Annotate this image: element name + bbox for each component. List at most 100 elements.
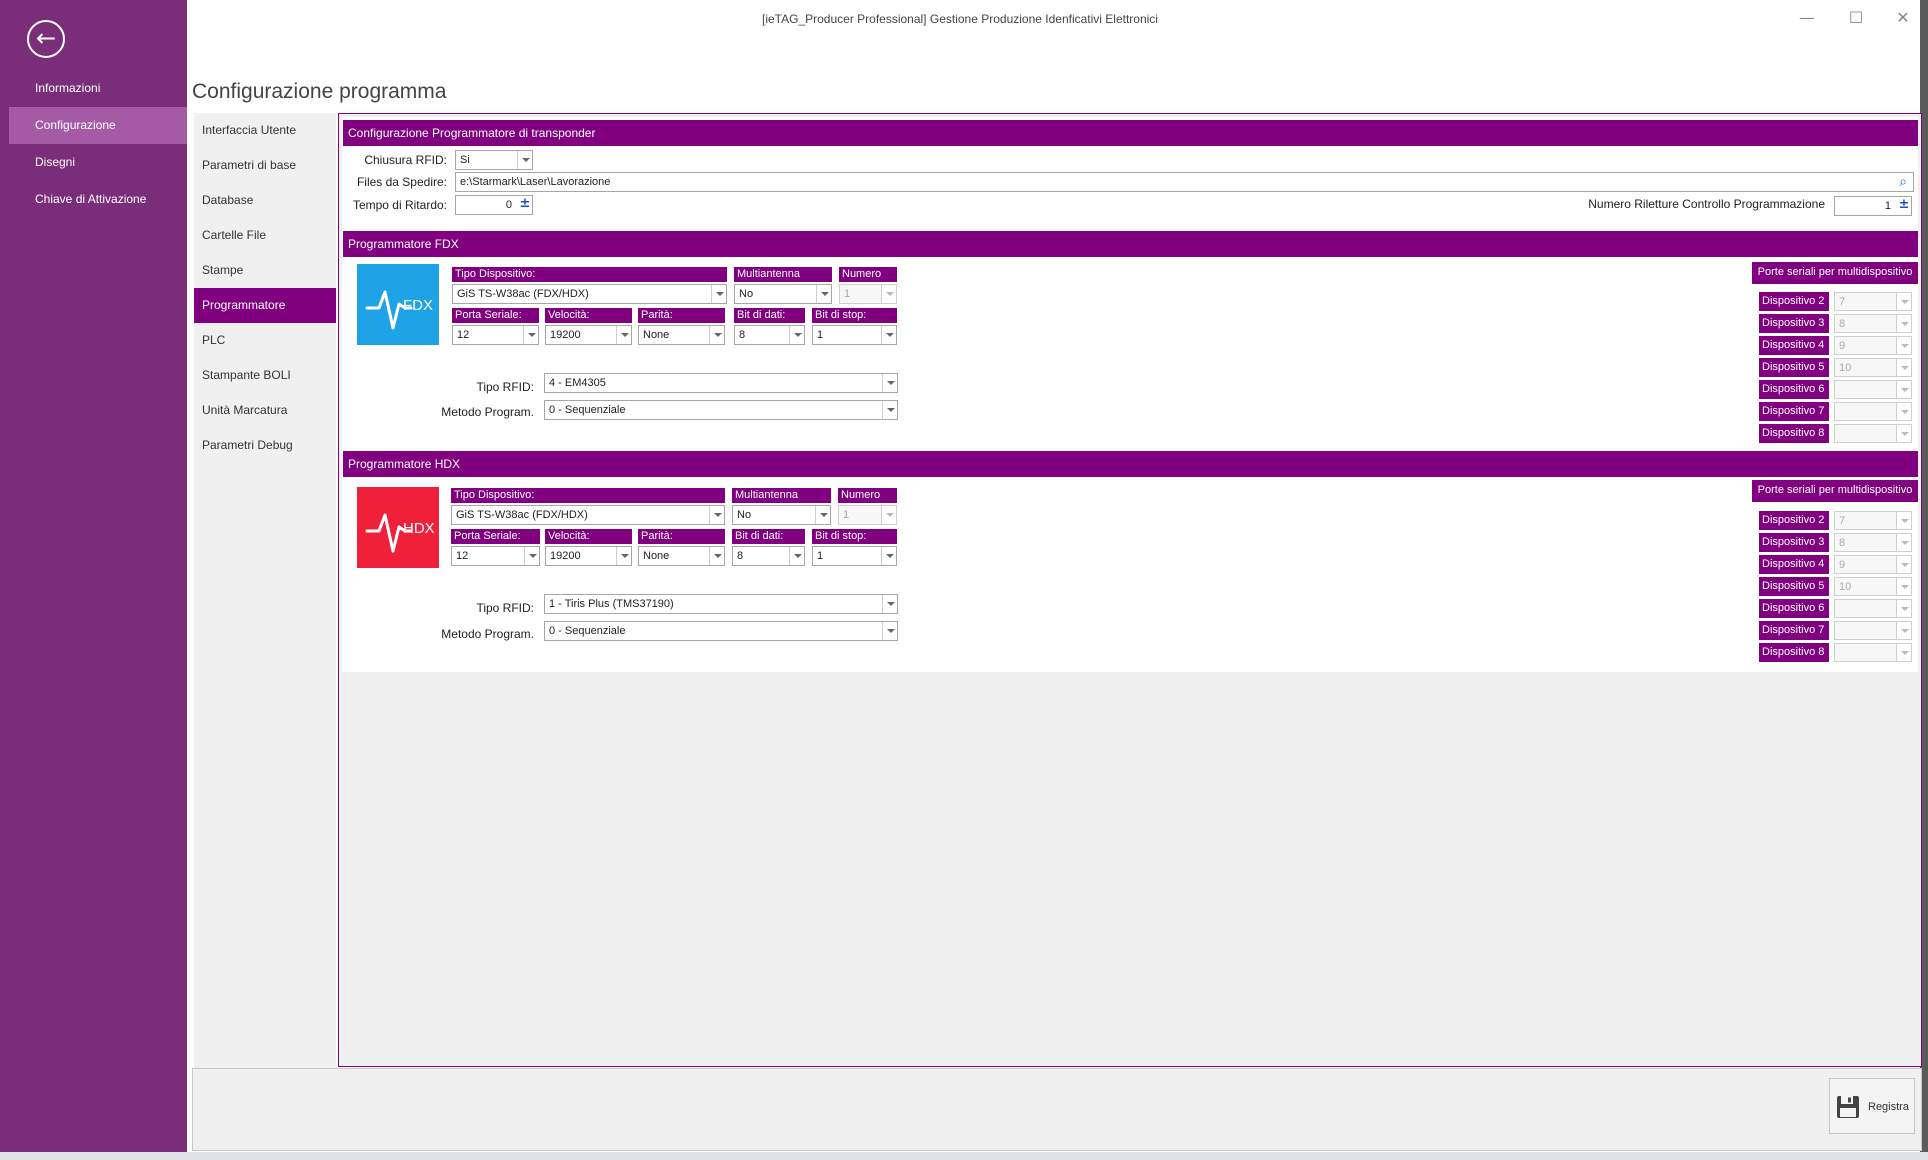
chevron-down-icon [524,547,539,565]
ritardo-spin[interactable]: 0 ± [455,195,533,215]
hdx-bit-stop-select[interactable]: 1 [812,546,897,566]
fdx-tipo-dispositivo-header: Tipo Dispositivo: [452,267,727,282]
fdx-bit-dati-select[interactable]: 8 [734,325,805,345]
hdx-device-select [1834,599,1912,618]
backstage-item-informazioni[interactable]: Informazioni [9,70,187,107]
chevron-down-icon [1896,534,1911,551]
fdx-device-value: 7 [1839,296,1846,308]
files-input[interactable]: e:\Starmark\Laser\Lavorazione ⌕ [455,172,1914,192]
fdx-multiantenna-value: No [739,288,754,300]
fdx-porta-seriale-value: 12 [457,329,470,341]
fdx-parita-header: Parità: [638,308,725,323]
chevron-down-icon [1896,578,1911,595]
chevron-down-icon [1896,644,1911,661]
save-button[interactable]: Registra [1829,1078,1915,1134]
chevron-down-icon [709,326,724,344]
chiusura-value: Si [460,154,470,166]
hdx-porta-seriale-select[interactable]: 12 [451,546,540,566]
maximize-icon[interactable]: ☐ [1841,6,1871,30]
tab-parametri-debug[interactable]: Parametri Debug [194,428,336,463]
fdx-velocita-select[interactable]: 19200 [545,325,632,345]
chevron-down-icon [1896,359,1911,376]
chevron-down-icon [517,151,532,169]
hdx-device-value: 8 [1839,537,1846,549]
tab-unita-marcatura[interactable]: Unità Marcatura [194,393,336,428]
fdx-device-select [1834,424,1912,443]
chiusura-select[interactable]: Si [455,150,533,170]
hdx-velocita-select[interactable]: 19200 [545,546,632,566]
ritardo-label: Tempo di Ritardo: [352,198,447,212]
hdx-device-label: Dispositivo 6 [1759,599,1829,618]
ritardo-value: 0 [505,199,512,211]
fdx-logo: FDX [357,264,439,345]
window-title: [ieTAG_Producer Professional] Gestione P… [762,12,1158,26]
tab-interfaccia-utente[interactable]: Interfaccia Utente [194,113,336,148]
backstage-item-disegni[interactable]: Disegni [9,144,187,181]
spin-icon[interactable]: ± [1897,197,1911,215]
fdx-device-select: 8 [1834,314,1912,333]
fdx-bit-stop-select[interactable]: 1 [812,325,897,345]
riletture-spin[interactable]: 1 ± [1834,196,1912,216]
chevron-down-icon [1896,337,1911,354]
hdx-tipo-dispositivo-select[interactable]: GiS TS-W38ac (FDX/HDX) [451,505,725,525]
hdx-device-select: 7 [1834,511,1912,530]
fdx-metodo-select[interactable]: 0 - Sequenziale [544,400,898,420]
chevron-down-icon [1896,403,1911,420]
hdx-porta-seriale-header: Porta Seriale: [451,529,540,544]
fdx-device-value: 8 [1839,318,1846,330]
hdx-metodo-value: 0 - Sequenziale [549,625,626,637]
tab-parametri-base[interactable]: Parametri di base [194,148,336,183]
hdx-device-select: 9 [1834,555,1912,574]
fdx-device-select: 7 [1834,292,1912,311]
search-icon[interactable]: ⌕ [1895,174,1911,190]
chevron-down-icon [711,285,726,303]
hdx-numero-value: 1 [843,509,850,521]
fdx-tipo-rfid-value: 4 - EM4305 [549,377,606,389]
fdx-bit-stop-value: 1 [817,329,824,341]
chevron-down-icon [815,506,830,524]
fdx-bit-dati-value: 8 [739,329,746,341]
hdx-device-label: Dispositivo 7 [1759,621,1829,640]
hdx-velocita-value: 19200 [550,550,581,562]
hdx-parita-select[interactable]: None [638,546,725,566]
hdx-porta-seriale-value: 12 [456,550,469,562]
tab-database[interactable]: Database [194,183,336,218]
tab-plc[interactable]: PLC [194,323,336,358]
fdx-tipo-rfid-select[interactable]: 4 - EM4305 [544,373,898,393]
hdx-bit-dati-header: Bit di dati: [732,529,805,544]
chevron-down-icon [1896,293,1911,310]
backstage-item-label: Chiave di Attivazione [35,192,147,206]
files-value: e:\Starmark\Laser\Lavorazione [460,176,611,188]
hdx-multiantenna-select[interactable]: No [732,505,831,525]
backstage-item-configurazione[interactable]: Configurazione [9,107,187,144]
tab-cartelle-file[interactable]: Cartelle File [194,218,336,253]
tab-stampe[interactable]: Stampe [194,253,336,288]
hdx-metodo-label: Metodo Program. [441,627,534,641]
fdx-parita-select[interactable]: None [638,325,725,345]
fdx-metodo-value: 0 - Sequenziale [549,404,626,416]
fdx-device-select [1834,380,1912,399]
hdx-velocita-header: Velocità: [545,529,632,544]
section-fdx-header: Programmatore FDX [343,231,1918,257]
fdx-tipo-dispositivo-select[interactable]: GiS TS-W38ac (FDX/HDX) [452,284,727,304]
hdx-metodo-select[interactable]: 0 - Sequenziale [544,621,898,641]
hdx-device-value: 7 [1839,515,1846,527]
spin-icon[interactable]: ± [518,196,532,214]
arrow-left-icon[interactable]: ← [27,20,65,58]
hdx-bit-dati-value: 8 [737,550,744,562]
page-title: Configurazione programma [192,80,447,103]
fdx-device-value: 9 [1839,340,1846,352]
hdx-tipo-rfid-select[interactable]: 1 - Tiris Plus (TMS37190) [544,594,898,614]
chevron-down-icon [616,547,631,565]
chevron-down-icon [882,401,897,419]
tab-stampante-boli[interactable]: Stampante BOLI [194,358,336,393]
fdx-multiantenna-select[interactable]: No [734,284,832,304]
minimize-icon[interactable]: — [1792,6,1822,30]
fdx-numero-select: 1 [839,284,897,304]
fdx-porta-seriale-select[interactable]: 12 [452,325,539,345]
backstage-item-chiave-attivazione[interactable]: Chiave di Attivazione [9,181,187,218]
tab-programmatore[interactable]: Programmatore [194,288,336,323]
close-icon[interactable]: ✕ [1888,6,1918,30]
hdx-bit-dati-select[interactable]: 8 [732,546,805,566]
footer-bar [192,1068,1922,1151]
